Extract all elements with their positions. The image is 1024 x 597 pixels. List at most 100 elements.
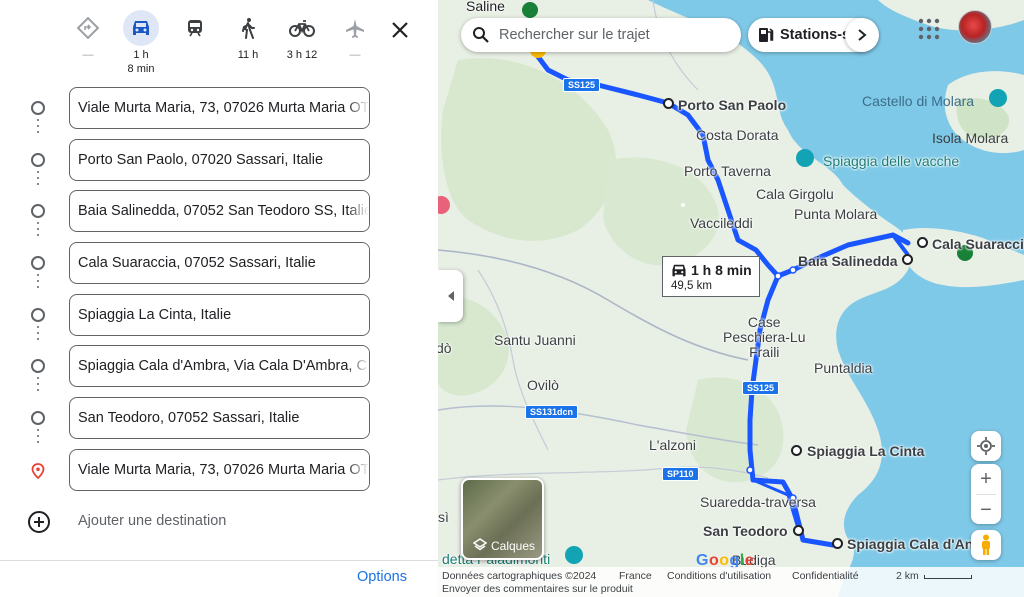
stop-circle-icon — [31, 411, 45, 426]
route-duration-callout[interactable]: 1 h 8 min 49,5 km — [662, 256, 760, 297]
stop-row: Cala Suaraccia, 07052 Sassari, Italie — [0, 241, 438, 293]
stop-input-7[interactable]: San Teodoro, 07052 Sassari, Italie — [69, 397, 370, 440]
stop-input-1[interactable]: Viale Murta Maria, 73, 07026 Murta Maria… — [69, 87, 370, 129]
stop-connector — [37, 325, 39, 346]
road-shield-ss125: SS125 — [742, 381, 780, 395]
options-button[interactable]: Options — [357, 569, 407, 585]
map-label-santu-juanni: Santu Juanni — [494, 332, 576, 348]
route-stop-marker[interactable] — [832, 538, 843, 549]
stop-connector — [37, 274, 39, 294]
map-label-spiaggia-cala-dambra[interactable]: Spiaggia Cala d'An — [847, 536, 973, 552]
stop-input-3[interactable]: Baia Salinedda, 07052 San Teodoro SS, It… — [69, 190, 370, 233]
map-label-vaccileddi: Vaccileddi — [690, 215, 753, 231]
map-label-isola-molara: Isola Molara — [932, 130, 1009, 146]
collapse-panel-button[interactable] — [438, 270, 463, 322]
bike-icon — [284, 10, 320, 46]
my-location-icon — [977, 437, 995, 455]
divider — [0, 560, 438, 561]
map-footer: Données cartographiques ©2024 France Con… — [438, 567, 1024, 597]
stop-circle-icon — [31, 256, 45, 271]
route-duration: 1 h 8 min — [691, 262, 752, 278]
map-label-cala-suaraccia[interactable]: Cala Suaracci — [932, 236, 1024, 252]
feedback-link[interactable]: Envoyer des commentaires sur le produit — [442, 583, 633, 595]
map-label-si: sì — [438, 509, 449, 525]
map-label-castello: Castello di Molara — [862, 93, 975, 109]
stop-circle-icon — [31, 359, 45, 374]
terms-link[interactable]: Conditions d'utilisation — [667, 570, 771, 582]
stops-list: Viale Murta Maria, 73, 07026 Murta Maria… — [0, 86, 438, 500]
map-label-puntaldia: Puntaldia — [814, 360, 873, 376]
pegman-icon — [982, 534, 990, 555]
close-directions-button[interactable] — [384, 14, 416, 46]
apps-grid-icon[interactable] — [918, 18, 940, 40]
zoom-in-button[interactable]: + — [971, 464, 1001, 494]
mode-car[interactable]: 1 h 8 min — [113, 10, 169, 76]
map-canvas[interactable]: Saline Porto San Paolo Costa Dorata Port… — [438, 0, 1024, 597]
mode-walk[interactable]: 11 h — [220, 10, 276, 62]
airplane-icon — [337, 10, 373, 46]
stop-circle-icon — [31, 307, 45, 322]
layers-button[interactable]: Calques — [461, 478, 544, 560]
mode-flight[interactable]: — — [327, 10, 383, 62]
search-along-route[interactable]: Rechercher sur le trajet — [461, 18, 741, 52]
map-label-san-teodoro[interactable]: San Teodoro — [703, 523, 788, 539]
chevron-right-icon — [858, 29, 867, 41]
route-distance: 49,5 km — [671, 280, 712, 292]
directions-diamond-icon — [70, 10, 106, 46]
stop-input-2[interactable]: Porto San Paolo, 07020 Sassari, Italie — [69, 138, 370, 181]
scale-label[interactable]: 2 km — [896, 570, 919, 582]
stop-input-6[interactable]: Spiaggia Cala d'Ambra, Via Cala D'Ambra,… — [69, 345, 370, 388]
add-destination-button[interactable]: Ajouter une destination — [0, 500, 438, 542]
map-label-porto-san-paolo[interactable]: Porto San Paolo — [678, 97, 786, 113]
stop-row: Spiaggia La Cinta, Italie — [0, 293, 438, 345]
account-avatar[interactable] — [958, 10, 992, 44]
zoom-out-button[interactable]: − — [971, 495, 1001, 525]
mode-car-duration-min: 8 min — [127, 63, 155, 75]
gas-station-icon — [758, 26, 774, 49]
add-destination-label: Ajouter une destination — [78, 513, 227, 529]
layers-icon — [472, 538, 488, 557]
map-label-do: dò — [438, 340, 452, 356]
mode-bike[interactable]: 3 h 12 — [274, 10, 330, 62]
stop-connector — [37, 170, 39, 191]
stop-row: San Teodoro, 07052 Sassari, Italie — [0, 396, 438, 448]
map-label-spiaggia-la-cinta[interactable]: Spiaggia La Cinta — [807, 443, 924, 459]
map-label-costa-dorata: Costa Dorata — [696, 127, 779, 143]
country-link[interactable]: France — [619, 570, 652, 582]
stop-input-8[interactable]: Viale Murta Maria, 73, 07026 Murta Maria… — [69, 448, 370, 491]
map-label-cala-girgolu: Cala Girgolu — [756, 186, 834, 202]
route-stop-marker[interactable] — [917, 237, 928, 248]
road-shield-ss131dcn: SS131dcn — [525, 405, 579, 419]
map-data-credit: Données cartographiques ©2024 — [442, 570, 597, 582]
map-label-punta-molara: Punta Molara — [794, 206, 878, 222]
route-stop-marker[interactable] — [902, 254, 913, 265]
street-view-pegman[interactable] — [971, 530, 1001, 560]
directions-panel: — 1 h 8 min 11 h 3 h 12 — Viale Murta Ma… — [0, 0, 438, 597]
mode-transit[interactable] — [167, 10, 223, 46]
road-shield-ss125: SS125 — [563, 78, 601, 92]
privacy-link[interactable]: Confidentialité — [792, 570, 859, 582]
stop-row: Spiaggia Cala d'Ambra, Via Cala D'Ambra,… — [0, 344, 438, 396]
mode-walk-duration: 11 h — [237, 49, 259, 61]
map-label-suaredda: Suaredda-traversa — [700, 494, 816, 510]
search-input[interactable]: Rechercher sur le trajet — [499, 27, 650, 43]
stop-input-5[interactable]: Spiaggia La Cinta, Italie — [69, 293, 370, 336]
route-stop-marker[interactable] — [793, 525, 804, 536]
mode-best-label: — — [82, 49, 94, 61]
route-stop-marker[interactable] — [791, 445, 802, 456]
map-label-porto-taverna: Porto Taverna — [684, 163, 771, 179]
stop-connector — [37, 119, 39, 139]
route-stop-marker[interactable] — [663, 98, 674, 109]
caret-left-icon — [447, 291, 454, 301]
walk-icon — [230, 10, 266, 46]
scale-bar — [924, 575, 972, 579]
my-location-button[interactable] — [971, 431, 1001, 461]
map-label-lalzoni: L'alzoni — [649, 437, 697, 453]
chips-next-button[interactable] — [845, 18, 879, 52]
map-label-baia-salinedda[interactable]: Baia Salinedda — [798, 253, 898, 269]
stop-input-4[interactable]: Cala Suaraccia, 07052 Sassari, Italie — [69, 242, 370, 285]
stop-row: Viale Murta Maria, 73, 07026 Murta Maria… — [0, 86, 438, 138]
road-shield-sp110: SP110 — [662, 467, 699, 481]
mode-best[interactable]: — — [60, 10, 116, 62]
mode-bike-duration: 3 h 12 — [286, 49, 318, 61]
